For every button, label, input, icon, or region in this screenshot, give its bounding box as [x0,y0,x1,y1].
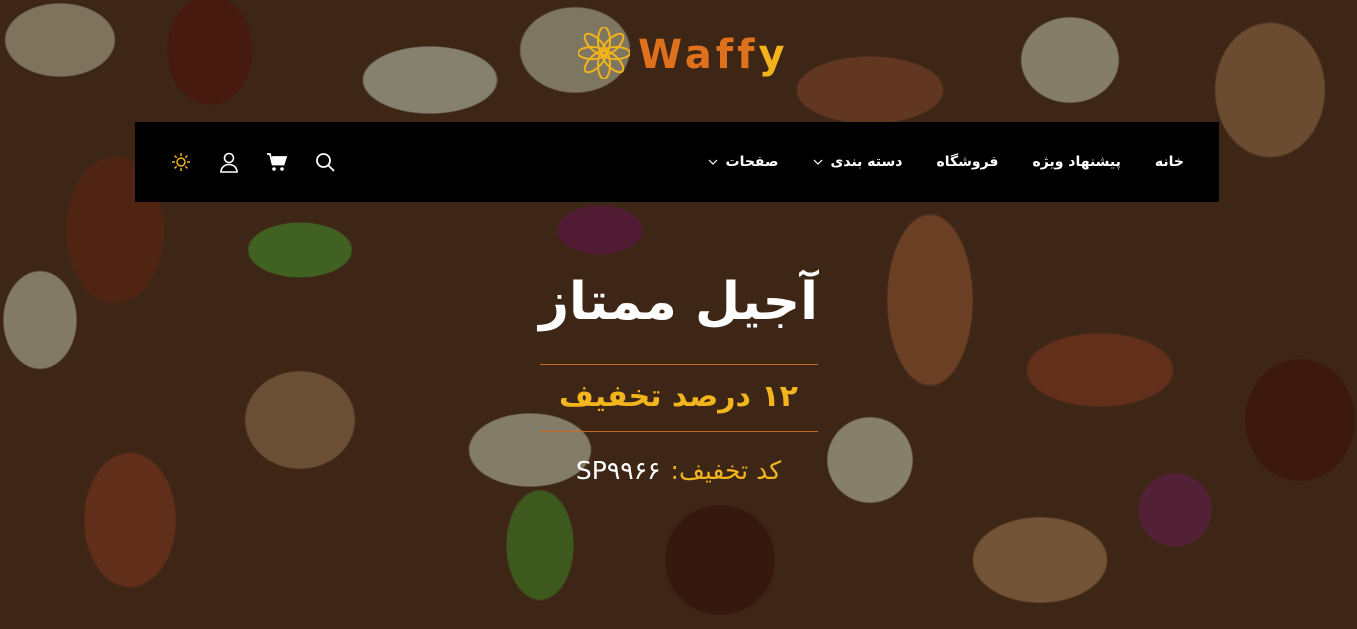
nav-item-label: خانه [1154,154,1184,170]
nav-item-pages[interactable]: صفحات [708,154,779,170]
cart-icon[interactable] [266,151,288,173]
hero-divider-bottom [539,431,818,432]
chevron-down-icon [813,159,822,165]
discount-code: کد تخفیف: SP۹۹۶۶ [576,454,781,488]
discount-code-value[interactable]: SP۹۹۶۶ [576,454,661,488]
nav-item-home[interactable]: خانه [1155,154,1184,170]
nav-item-label: فروشگاه [936,154,999,170]
discount-code-label: کد تخفیف: [670,456,782,485]
hero-title: آجیل ممتاز [539,272,818,332]
chevron-down-icon [708,159,717,165]
nav-menu: خانه پیشنهاد ویژه فروشگاه دسته بندی صفحا… [708,154,1184,170]
search-icon[interactable] [314,151,336,173]
sun-icon[interactable] [170,151,192,173]
hero-discount-text: ۱۲ درصد تخفیف [559,379,798,414]
user-icon[interactable] [218,151,240,173]
nav-item-label: دسته بندی [830,154,903,170]
hero-banner: آجیل ممتاز ۱۲ درصد تخفیف کد تخفیف: SP۹۹۶… [0,270,1357,488]
nav-item-categories[interactable]: دسته بندی [813,154,903,170]
logo-text: Waffy [638,32,789,78]
nav-item-label: پیشنهاد ویژه [1032,154,1121,170]
nav-item-label: صفحات [725,154,779,170]
hero-divider-top [539,364,818,365]
nav-icons [170,151,336,173]
flower-icon [577,26,631,83]
nav-item-special-offer[interactable]: پیشنهاد ویژه [1032,154,1120,170]
nav-item-shop[interactable]: فروشگاه [936,154,998,170]
main-navbar: خانه پیشنهاد ویژه فروشگاه دسته بندی صفحا… [135,122,1219,202]
site-logo[interactable]: Waffy [577,26,789,83]
